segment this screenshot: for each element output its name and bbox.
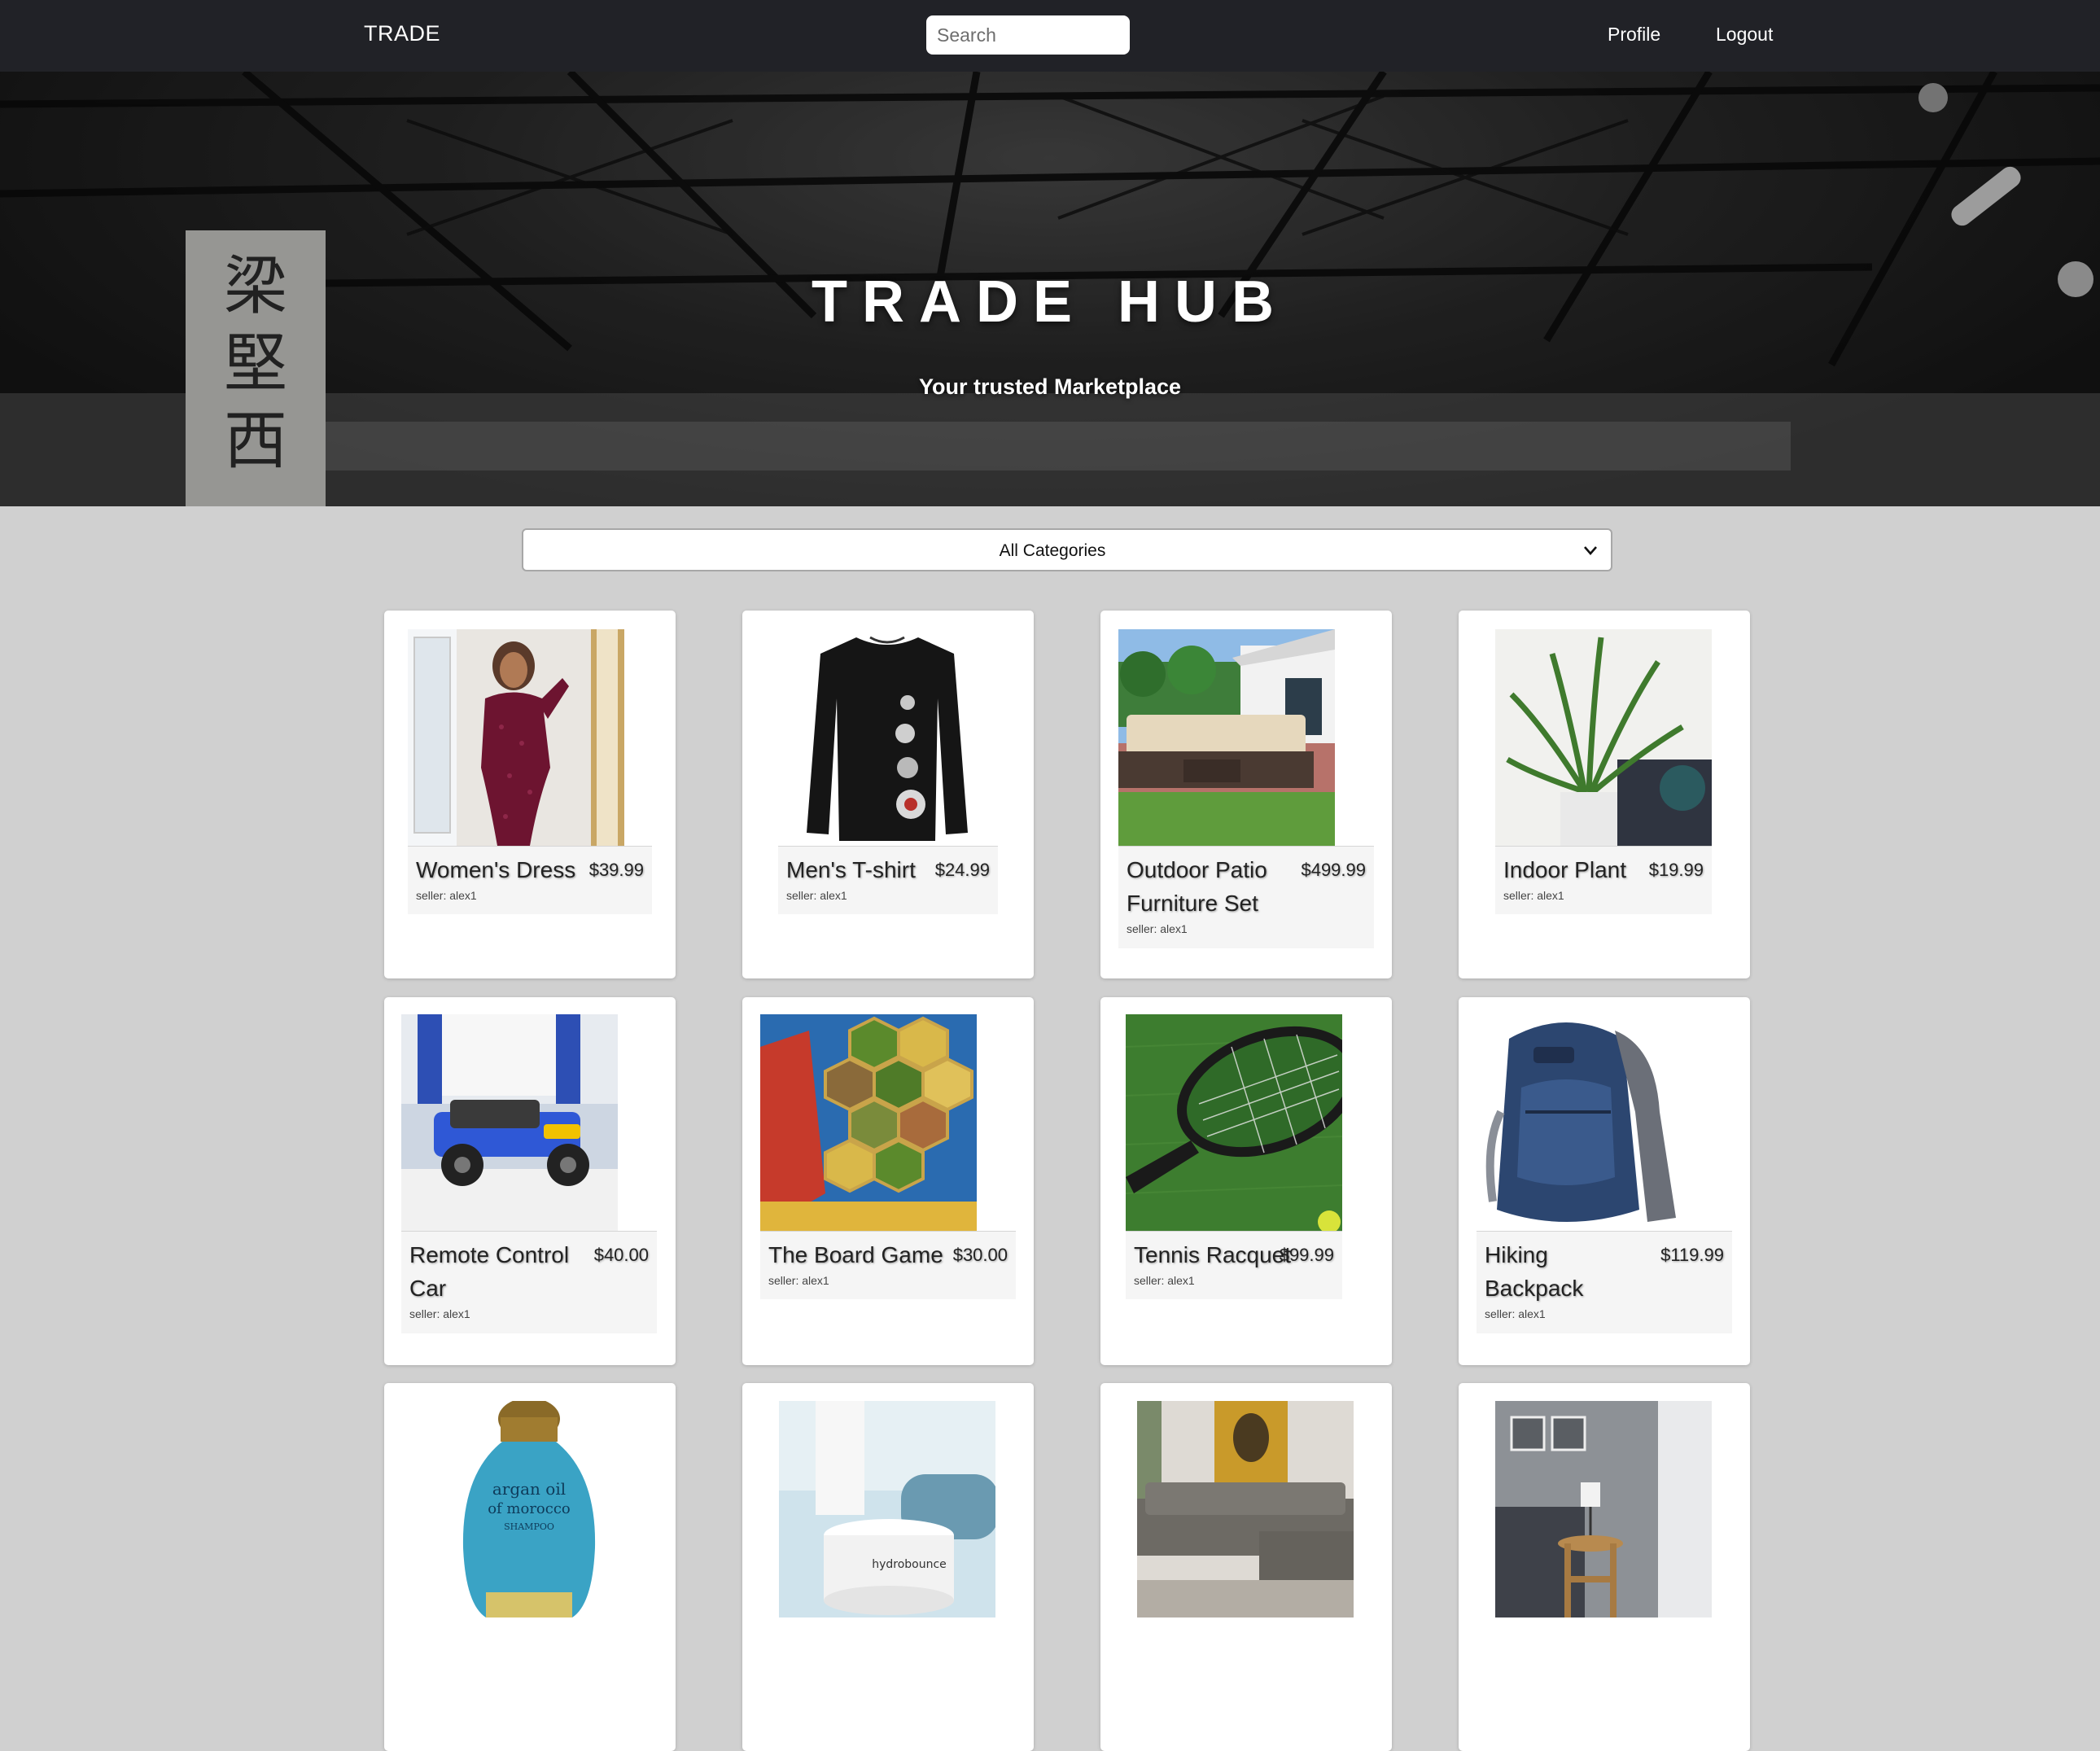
product-info: Men's T-shirt $24.99 seller: alex1 bbox=[778, 846, 998, 914]
category-select[interactable]: All Categories bbox=[522, 528, 1612, 571]
category-selected-label: All Categories bbox=[999, 541, 1106, 560]
product-image-tshirt bbox=[779, 629, 995, 846]
product-info: Indoor Plant $19.99 seller: alex1 bbox=[1495, 846, 1712, 914]
product-name: Hiking Backpack bbox=[1485, 1242, 1584, 1301]
product-price: $119.99 bbox=[1660, 1245, 1724, 1265]
product-name: Men's T-shirt bbox=[786, 857, 916, 882]
product-seller: seller: alex1 bbox=[1485, 1307, 1546, 1320]
product-price: $19.99 bbox=[1648, 860, 1704, 880]
hero-banner: 梁 堅 西 TRADE HUB Your trusted Marketplace bbox=[0, 72, 2100, 506]
product-info: The Board Game $30.00 seller: alex1 bbox=[760, 1231, 1016, 1299]
hero-subtitle: Your trusted Marketplace bbox=[918, 374, 1182, 399]
product-image-patio bbox=[1118, 629, 1335, 846]
nav-profile-link[interactable]: Profile bbox=[1608, 24, 1660, 46]
product-info: Remote Control Car $40.00 seller: alex1 bbox=[401, 1231, 657, 1333]
product-name: Tennis Racquet bbox=[1134, 1242, 1292, 1267]
product-image-face-cream: hydrobounce bbox=[779, 1401, 995, 1617]
product-image-plant bbox=[1495, 629, 1712, 846]
hero-title: TRADE HUB bbox=[812, 269, 1288, 335]
product-card[interactable]: hydrobounce bbox=[742, 1383, 1034, 1751]
product-price: $24.99 bbox=[934, 860, 990, 880]
product-name: The Board Game bbox=[768, 1242, 943, 1267]
brand-logo[interactable]: TRADE bbox=[364, 21, 440, 46]
product-card[interactable]: Men's T-shirt $24.99 seller: alex1 bbox=[742, 611, 1034, 978]
product-price: $39.99 bbox=[588, 860, 644, 880]
product-info: Tennis Racquet $99.99 seller: alex1 bbox=[1126, 1231, 1342, 1299]
search-input[interactable] bbox=[926, 15, 1130, 55]
product-seller: seller: alex1 bbox=[768, 1274, 829, 1287]
product-card[interactable]: Women's Dress $39.99 seller: alex1 bbox=[384, 611, 676, 978]
product-seller: seller: alex1 bbox=[786, 889, 847, 902]
nav-logout-link[interactable]: Logout bbox=[1716, 24, 1773, 46]
product-price: $40.00 bbox=[593, 1245, 649, 1265]
product-image-rc-car bbox=[401, 1014, 618, 1231]
product-info: Hiking Backpack $119.99 seller: alex1 bbox=[1477, 1231, 1732, 1333]
svg-text:argan oil: argan oil bbox=[492, 1479, 566, 1499]
svg-text:of morocco: of morocco bbox=[488, 1500, 571, 1517]
svg-text:SHAMPOO: SHAMPOO bbox=[504, 1521, 554, 1532]
product-card[interactable]: argan oil of morocco SHAMPOO bbox=[384, 1383, 676, 1751]
product-price: $30.00 bbox=[952, 1245, 1008, 1265]
product-info: Outdoor Patio Furniture Set $499.99 sell… bbox=[1118, 846, 1374, 948]
product-seller: seller: alex1 bbox=[409, 1307, 470, 1320]
product-image-sofa bbox=[1137, 1401, 1354, 1617]
product-card[interactable]: Hiking Backpack $119.99 seller: alex1 bbox=[1459, 997, 1750, 1365]
product-seller: seller: alex1 bbox=[1127, 922, 1188, 935]
product-card[interactable] bbox=[1100, 1383, 1392, 1751]
product-name: Outdoor Patio Furniture Set bbox=[1127, 857, 1267, 916]
product-card[interactable]: The Board Game $30.00 seller: alex1 bbox=[742, 997, 1034, 1365]
product-name: Remote Control Car bbox=[409, 1242, 570, 1301]
product-image-tennis-racquet bbox=[1126, 1014, 1342, 1231]
product-price: $99.99 bbox=[1279, 1245, 1334, 1265]
product-seller: seller: alex1 bbox=[1134, 1274, 1195, 1287]
product-card[interactable]: Tennis Racquet $99.99 seller: alex1 bbox=[1100, 997, 1392, 1365]
product-image-dress bbox=[408, 629, 624, 846]
product-card[interactable]: Outdoor Patio Furniture Set $499.99 sell… bbox=[1100, 611, 1392, 978]
product-card[interactable] bbox=[1459, 1383, 1750, 1751]
product-image-side-table bbox=[1495, 1401, 1712, 1617]
product-seller: seller: alex1 bbox=[1503, 889, 1564, 902]
product-price: $499.99 bbox=[1301, 860, 1366, 880]
product-name: Women's Dress bbox=[416, 857, 576, 882]
product-image-board-game bbox=[760, 1014, 977, 1231]
product-seller: seller: alex1 bbox=[416, 889, 477, 902]
product-info: Women's Dress $39.99 seller: alex1 bbox=[408, 846, 652, 914]
product-card[interactable]: Remote Control Car $40.00 seller: alex1 bbox=[384, 997, 676, 1365]
svg-text:hydrobounce: hydrobounce bbox=[872, 1558, 947, 1571]
product-name: Indoor Plant bbox=[1503, 857, 1626, 882]
product-image-backpack bbox=[1477, 1014, 1693, 1231]
product-card[interactable]: Indoor Plant $19.99 seller: alex1 bbox=[1459, 611, 1750, 978]
product-image-shampoo: argan oil of morocco SHAMPOO bbox=[421, 1401, 637, 1617]
navbar: TRADE Profile Logout bbox=[0, 0, 2100, 72]
chevron-down-icon bbox=[1584, 546, 1597, 555]
